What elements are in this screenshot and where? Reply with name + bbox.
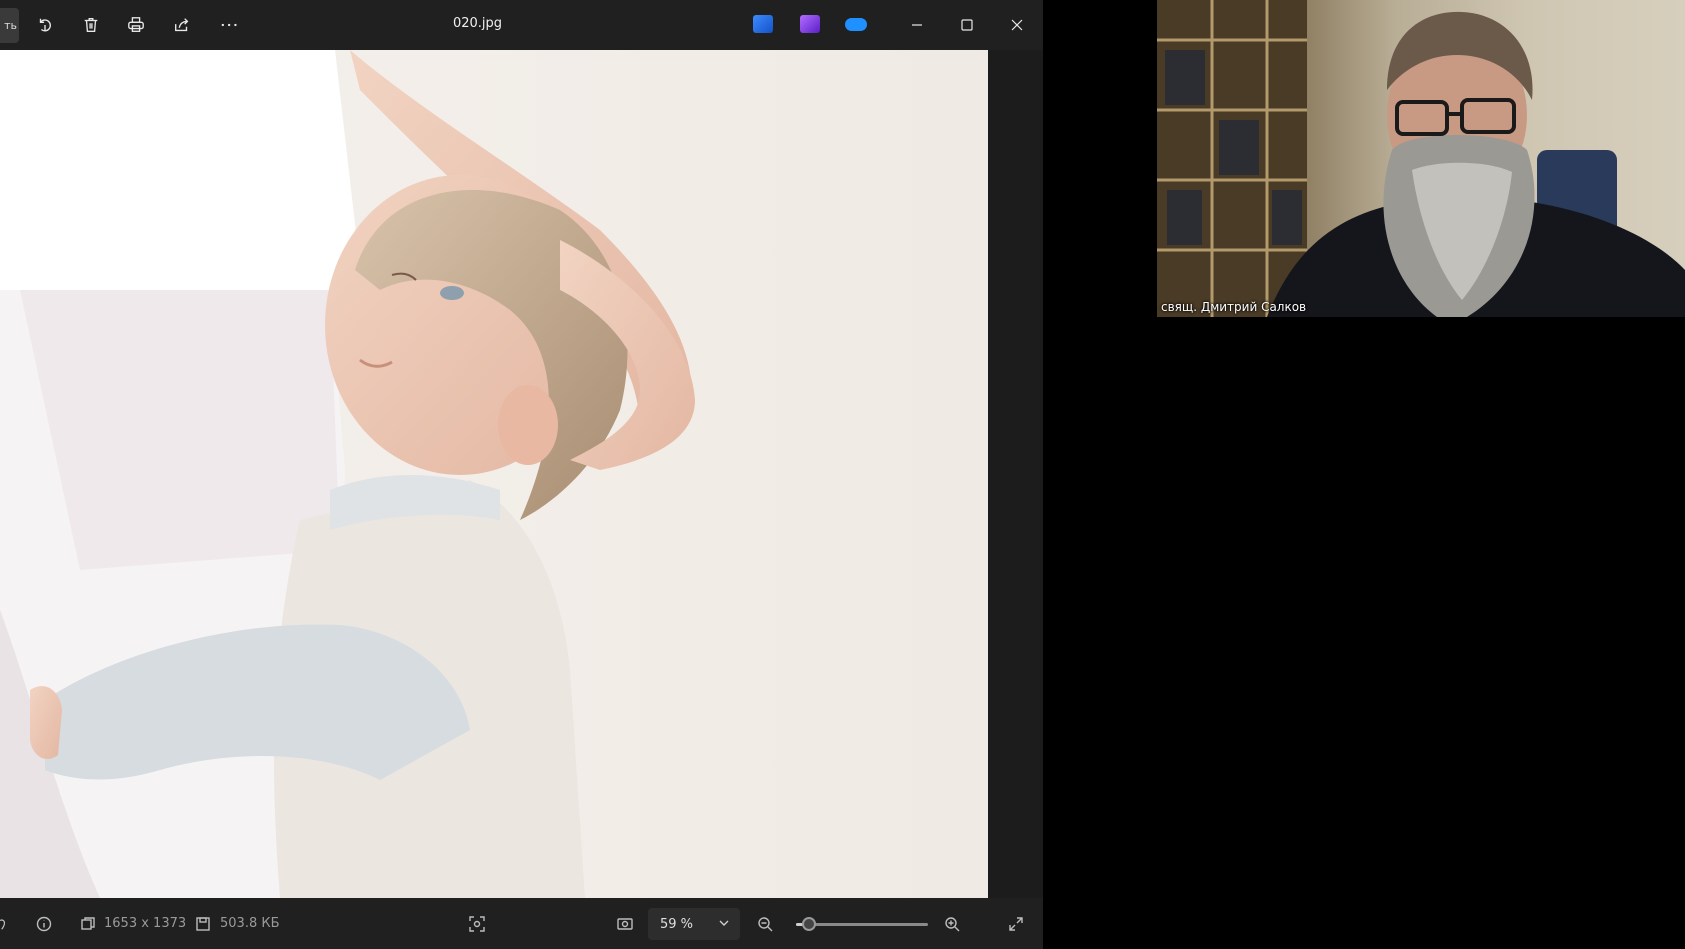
maximize-button[interactable] bbox=[949, 10, 985, 40]
expand-icon bbox=[1009, 916, 1023, 931]
dimensions-info: 1653 x 1373 bbox=[80, 898, 186, 949]
zoom-out-icon bbox=[758, 916, 773, 931]
image-size-icon bbox=[81, 916, 95, 930]
zoom-dropdown[interactable]: 59 % bbox=[648, 908, 740, 940]
file-size-info: 503.8 КБ bbox=[195, 898, 280, 949]
photo-canvas[interactable] bbox=[0, 50, 988, 898]
close-icon bbox=[1011, 19, 1023, 31]
favorite-icon bbox=[0, 918, 6, 930]
participant-video-feed bbox=[1157, 0, 1685, 317]
zoom-in-icon bbox=[945, 916, 960, 931]
zoom-out-button[interactable] bbox=[757, 898, 773, 949]
crop-scan-button[interactable] bbox=[469, 898, 485, 949]
print-button[interactable] bbox=[121, 10, 151, 40]
minimize-button[interactable] bbox=[899, 10, 935, 40]
more-icon bbox=[221, 23, 237, 27]
photo-image bbox=[0, 50, 695, 898]
printer-icon bbox=[128, 17, 144, 32]
zoom-in-button[interactable] bbox=[944, 898, 960, 949]
photo-viewer-window: ть 020.jpg 1653 x 1373 503.8 КБ 59 % bbox=[0, 0, 1043, 949]
more-button[interactable] bbox=[214, 10, 244, 40]
participant-name: свящ. Дмитрий Салков bbox=[1161, 300, 1307, 314]
info-button[interactable] bbox=[36, 898, 52, 949]
share-button[interactable] bbox=[167, 10, 197, 40]
save-disk-icon bbox=[196, 916, 210, 931]
rotate-icon bbox=[39, 18, 51, 32]
fit-view-button[interactable] bbox=[617, 898, 633, 949]
file-name-title: 020.jpg bbox=[452, 16, 503, 31]
fullscreen-button[interactable] bbox=[1008, 898, 1024, 949]
rotate-button[interactable] bbox=[30, 10, 60, 40]
fit-screen-icon bbox=[617, 917, 633, 930]
edit-app-icon[interactable] bbox=[753, 15, 773, 33]
info-icon bbox=[36, 916, 52, 931]
share-icon bbox=[175, 18, 189, 32]
minimize-icon bbox=[912, 24, 922, 26]
onedrive-icon[interactable] bbox=[845, 18, 867, 31]
file-size: 503.8 КБ bbox=[220, 916, 280, 931]
clipchamp-icon[interactable] bbox=[800, 15, 820, 33]
image-dimensions: 1653 x 1373 bbox=[104, 916, 187, 931]
maximize-icon bbox=[961, 19, 973, 31]
edit-button-label: ть bbox=[4, 19, 17, 32]
participant-video-tile[interactable]: свящ. Дмитрий Салков bbox=[1157, 0, 1685, 317]
close-button[interactable] bbox=[999, 10, 1035, 40]
zoom-value: 59 % bbox=[660, 916, 694, 932]
viewer-toolbar: ть 020.jpg bbox=[0, 0, 1043, 50]
heart-button[interactable] bbox=[0, 898, 14, 949]
chevron-down-icon bbox=[719, 920, 729, 926]
trash-icon bbox=[84, 18, 98, 32]
edit-button[interactable]: ть bbox=[0, 8, 19, 43]
viewer-side-strip bbox=[988, 50, 1043, 898]
scan-icon bbox=[469, 915, 485, 932]
delete-button[interactable] bbox=[76, 10, 106, 40]
